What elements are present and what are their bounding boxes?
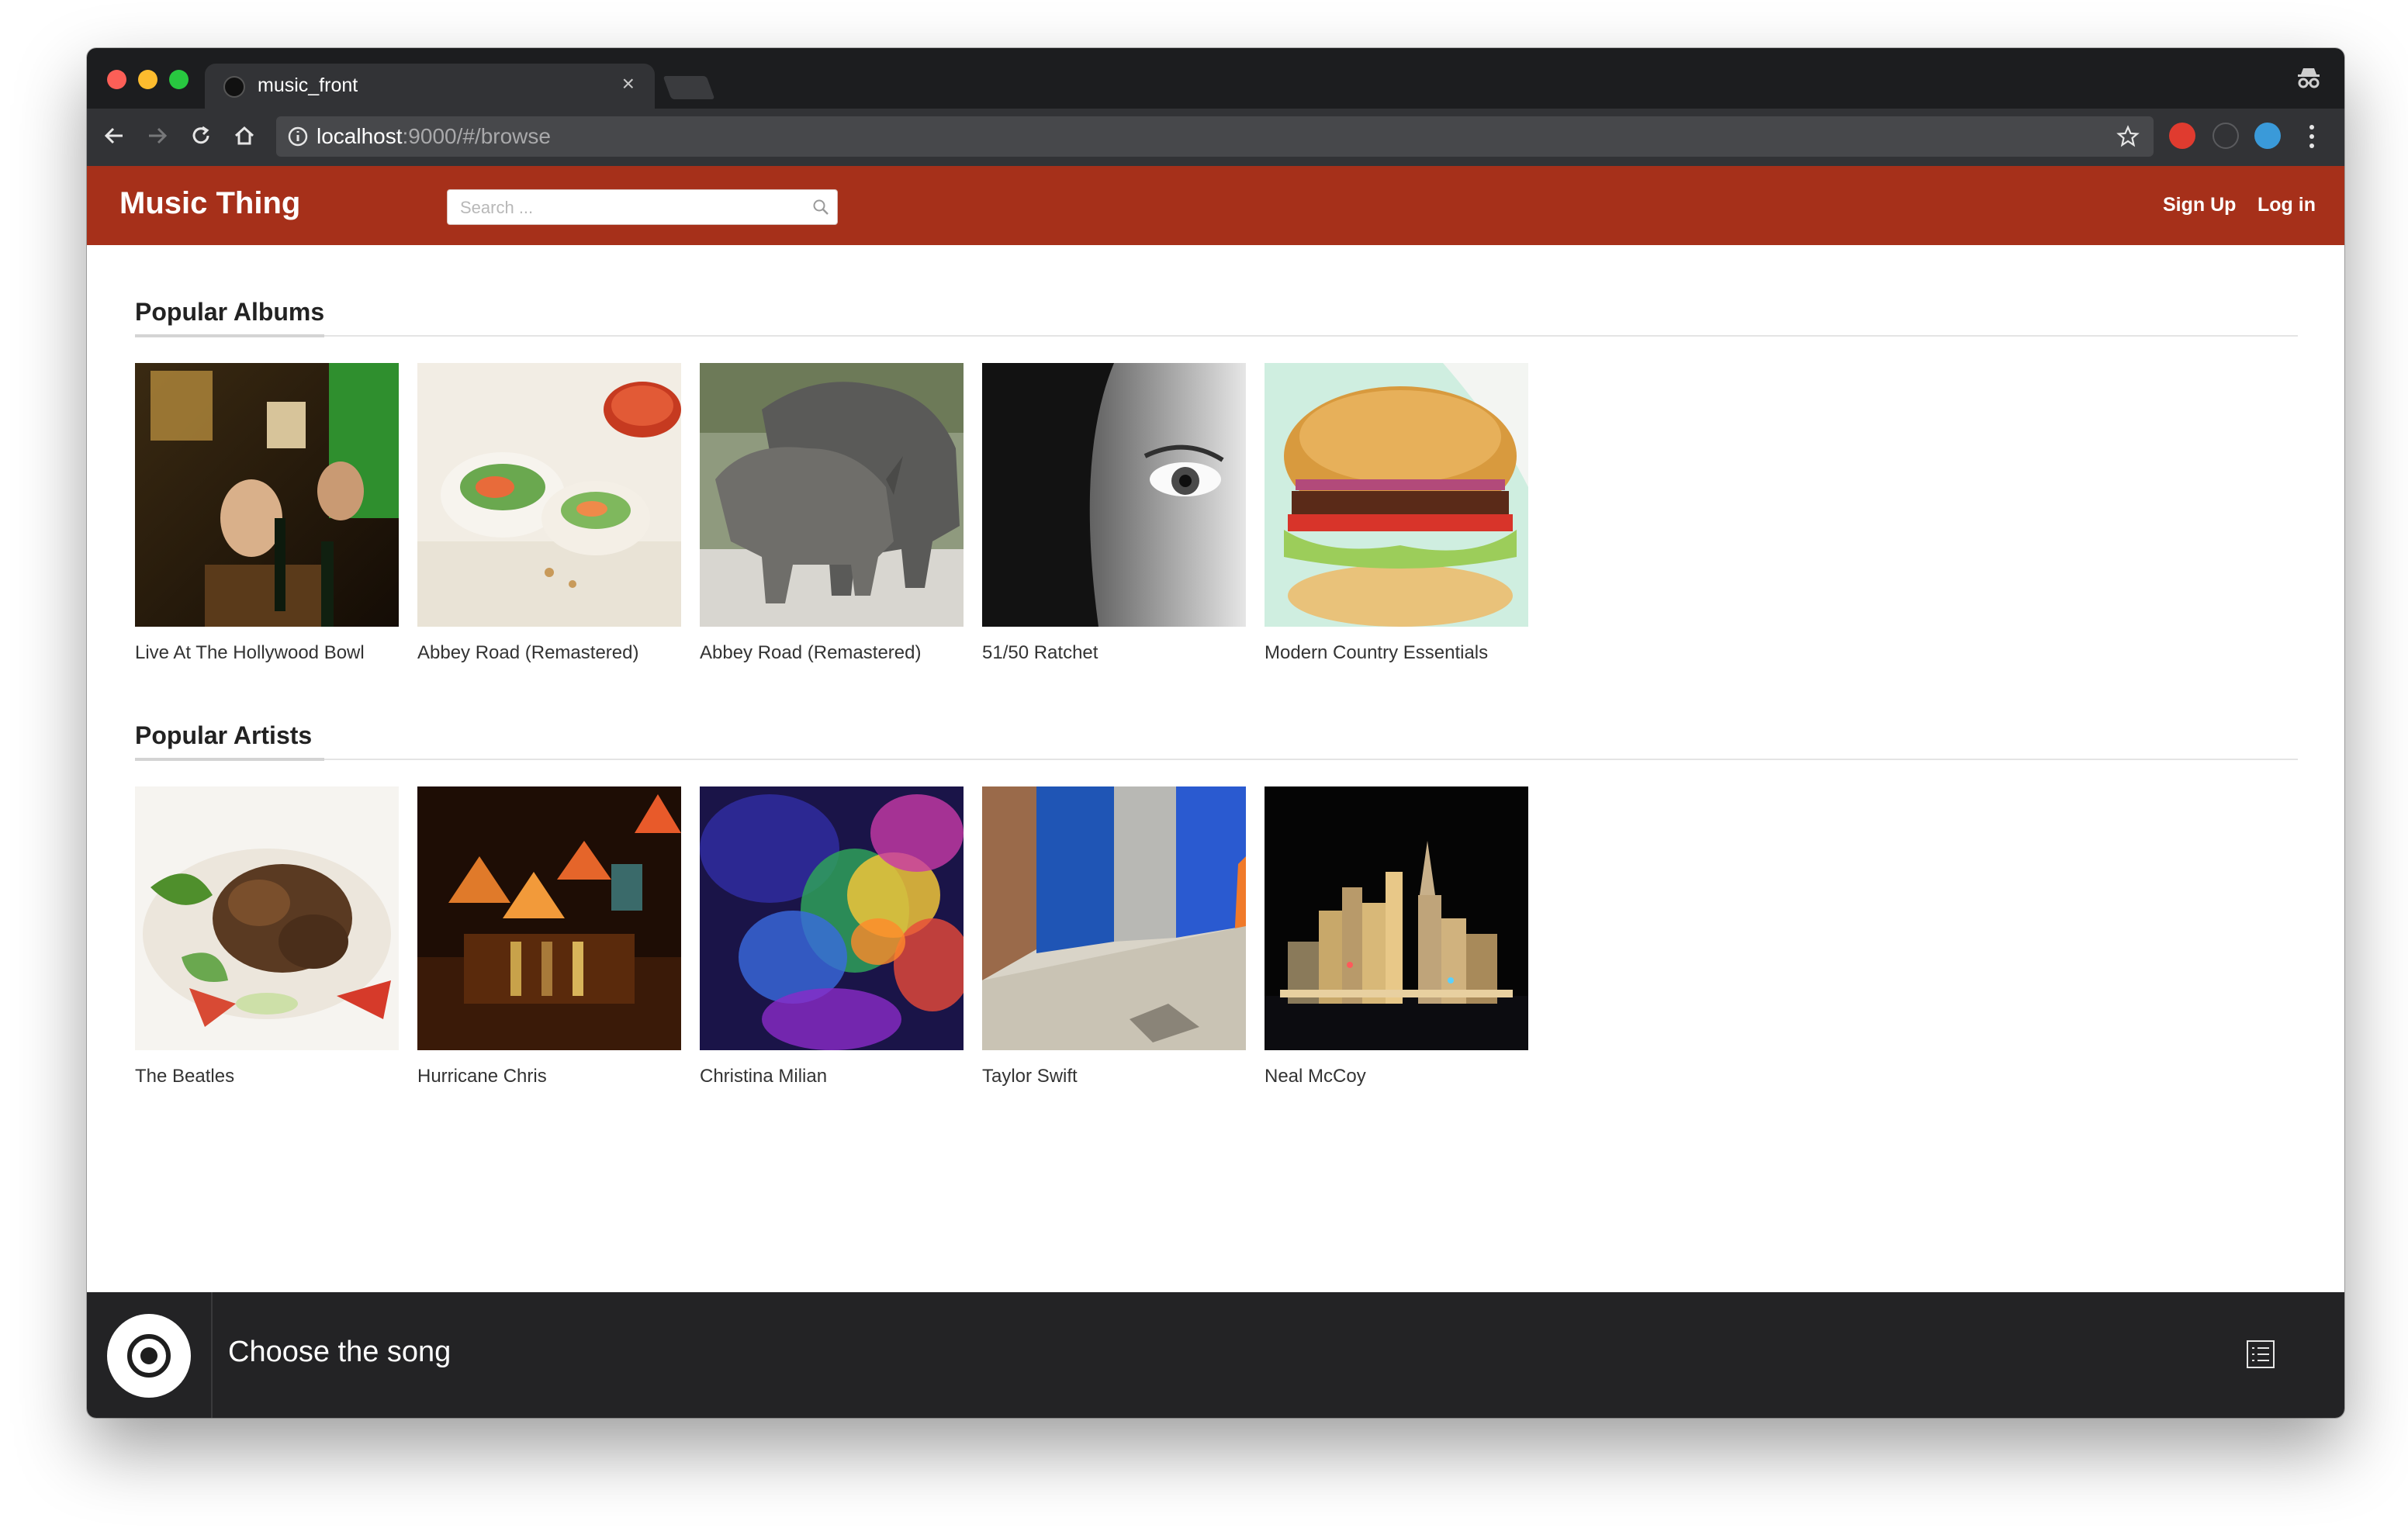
extension-info-icon[interactable] bbox=[2213, 123, 2239, 149]
artist-card[interactable]: Hurricane Chris bbox=[417, 786, 681, 1087]
arrow-left-icon bbox=[104, 127, 123, 144]
artist-image[interactable] bbox=[135, 786, 399, 1050]
address-bar[interactable]: localhost:9000/#/browse bbox=[276, 116, 2154, 157]
artist-name[interactable]: Hurricane Chris bbox=[417, 1066, 681, 1087]
album-title[interactable]: Modern Country Essentials bbox=[1265, 642, 1528, 664]
album-cover-image[interactable] bbox=[135, 363, 399, 627]
search-box bbox=[447, 189, 838, 225]
album-cover-image[interactable] bbox=[982, 363, 1246, 627]
artist-image[interactable] bbox=[700, 786, 964, 1050]
artist-image[interactable] bbox=[417, 786, 681, 1050]
app-header: Music Thing Sign Up Log in bbox=[87, 166, 2344, 245]
bookmark-star-icon[interactable] bbox=[2116, 125, 2140, 148]
artist-card[interactable]: Christina Milian bbox=[700, 786, 964, 1087]
favicon-icon bbox=[223, 76, 245, 98]
minimize-window-button[interactable] bbox=[138, 70, 157, 89]
record-icon bbox=[127, 1334, 171, 1378]
album-cover-image[interactable] bbox=[1265, 363, 1528, 627]
incognito-icon bbox=[2298, 68, 2320, 88]
arrow-right-icon bbox=[149, 127, 168, 144]
reload-button[interactable] bbox=[183, 118, 219, 154]
tab-close-icon[interactable]: × bbox=[622, 73, 635, 95]
search-input[interactable] bbox=[458, 195, 803, 221]
album-title[interactable]: Live At The Hollywood Bowl bbox=[135, 642, 399, 664]
artist-image[interactable] bbox=[982, 786, 1246, 1050]
album-title[interactable]: 51/50 Ratchet bbox=[982, 642, 1246, 664]
play-button[interactable] bbox=[107, 1314, 191, 1398]
album-card[interactable]: Modern Country Essentials bbox=[1265, 363, 1528, 664]
album-card[interactable]: Live At The Hollywood Bowl bbox=[135, 363, 399, 664]
album-cover-image[interactable] bbox=[417, 363, 681, 627]
browser-menu-icon[interactable] bbox=[2307, 123, 2316, 150]
player-status-text: Choose the song bbox=[228, 1336, 452, 1368]
url-text: localhost:9000/#/browse bbox=[317, 124, 551, 148]
artist-card[interactable]: The Beatles bbox=[135, 786, 399, 1087]
artist-image[interactable] bbox=[1265, 786, 1528, 1050]
playlist-icon[interactable] bbox=[2245, 1339, 2276, 1370]
popular-artists-heading: Popular Artists bbox=[135, 721, 313, 749]
close-window-button[interactable] bbox=[107, 70, 126, 89]
browser-window: music_front × localhost:9000/#/browse Mu… bbox=[87, 48, 2344, 1418]
signup-link[interactable]: Sign Up bbox=[2163, 194, 2236, 216]
popular-albums-heading: Popular Albums bbox=[135, 298, 325, 326]
artist-name[interactable]: The Beatles bbox=[135, 1066, 399, 1087]
brand-logo-text[interactable]: Music Thing bbox=[119, 186, 300, 221]
section-divider bbox=[135, 758, 2298, 761]
album-card[interactable]: Abbey Road (Remastered) bbox=[417, 363, 681, 664]
extension-vue-icon[interactable] bbox=[2254, 123, 2281, 149]
artist-name[interactable]: Taylor Swift bbox=[982, 1066, 1246, 1087]
album-card[interactable]: 51/50 Ratchet bbox=[982, 363, 1246, 664]
player-control-area bbox=[87, 1292, 213, 1418]
home-icon bbox=[234, 126, 254, 145]
browser-titlebar: music_front × bbox=[87, 48, 2344, 109]
browser-toolbar: localhost:9000/#/browse bbox=[87, 109, 2344, 166]
player-bar: Choose the song bbox=[87, 1292, 2344, 1418]
browser-tab[interactable]: music_front × bbox=[205, 64, 655, 109]
reload-icon bbox=[192, 126, 209, 144]
search-icon[interactable] bbox=[812, 199, 829, 216]
artist-name[interactable]: Christina Milian bbox=[700, 1066, 964, 1087]
tab-title: music_front bbox=[258, 74, 358, 96]
new-tab-button[interactable] bbox=[663, 76, 715, 99]
section-divider bbox=[135, 334, 2298, 337]
album-cover-image[interactable] bbox=[700, 363, 964, 627]
forward-button[interactable] bbox=[140, 118, 175, 154]
album-title[interactable]: Abbey Road (Remastered) bbox=[700, 642, 964, 664]
login-link[interactable]: Log in bbox=[2258, 194, 2316, 216]
album-card[interactable]: Abbey Road (Remastered) bbox=[700, 363, 964, 664]
artist-name[interactable]: Neal McCoy bbox=[1265, 1066, 1528, 1087]
artist-card[interactable]: Neal McCoy bbox=[1265, 786, 1528, 1087]
artist-card[interactable]: Taylor Swift bbox=[982, 786, 1246, 1087]
album-title[interactable]: Abbey Road (Remastered) bbox=[417, 642, 681, 664]
extension-shield-icon[interactable] bbox=[2169, 123, 2195, 149]
home-button[interactable] bbox=[227, 118, 262, 154]
back-button[interactable] bbox=[96, 118, 132, 154]
maximize-window-button[interactable] bbox=[169, 70, 189, 89]
info-icon[interactable] bbox=[287, 126, 309, 147]
